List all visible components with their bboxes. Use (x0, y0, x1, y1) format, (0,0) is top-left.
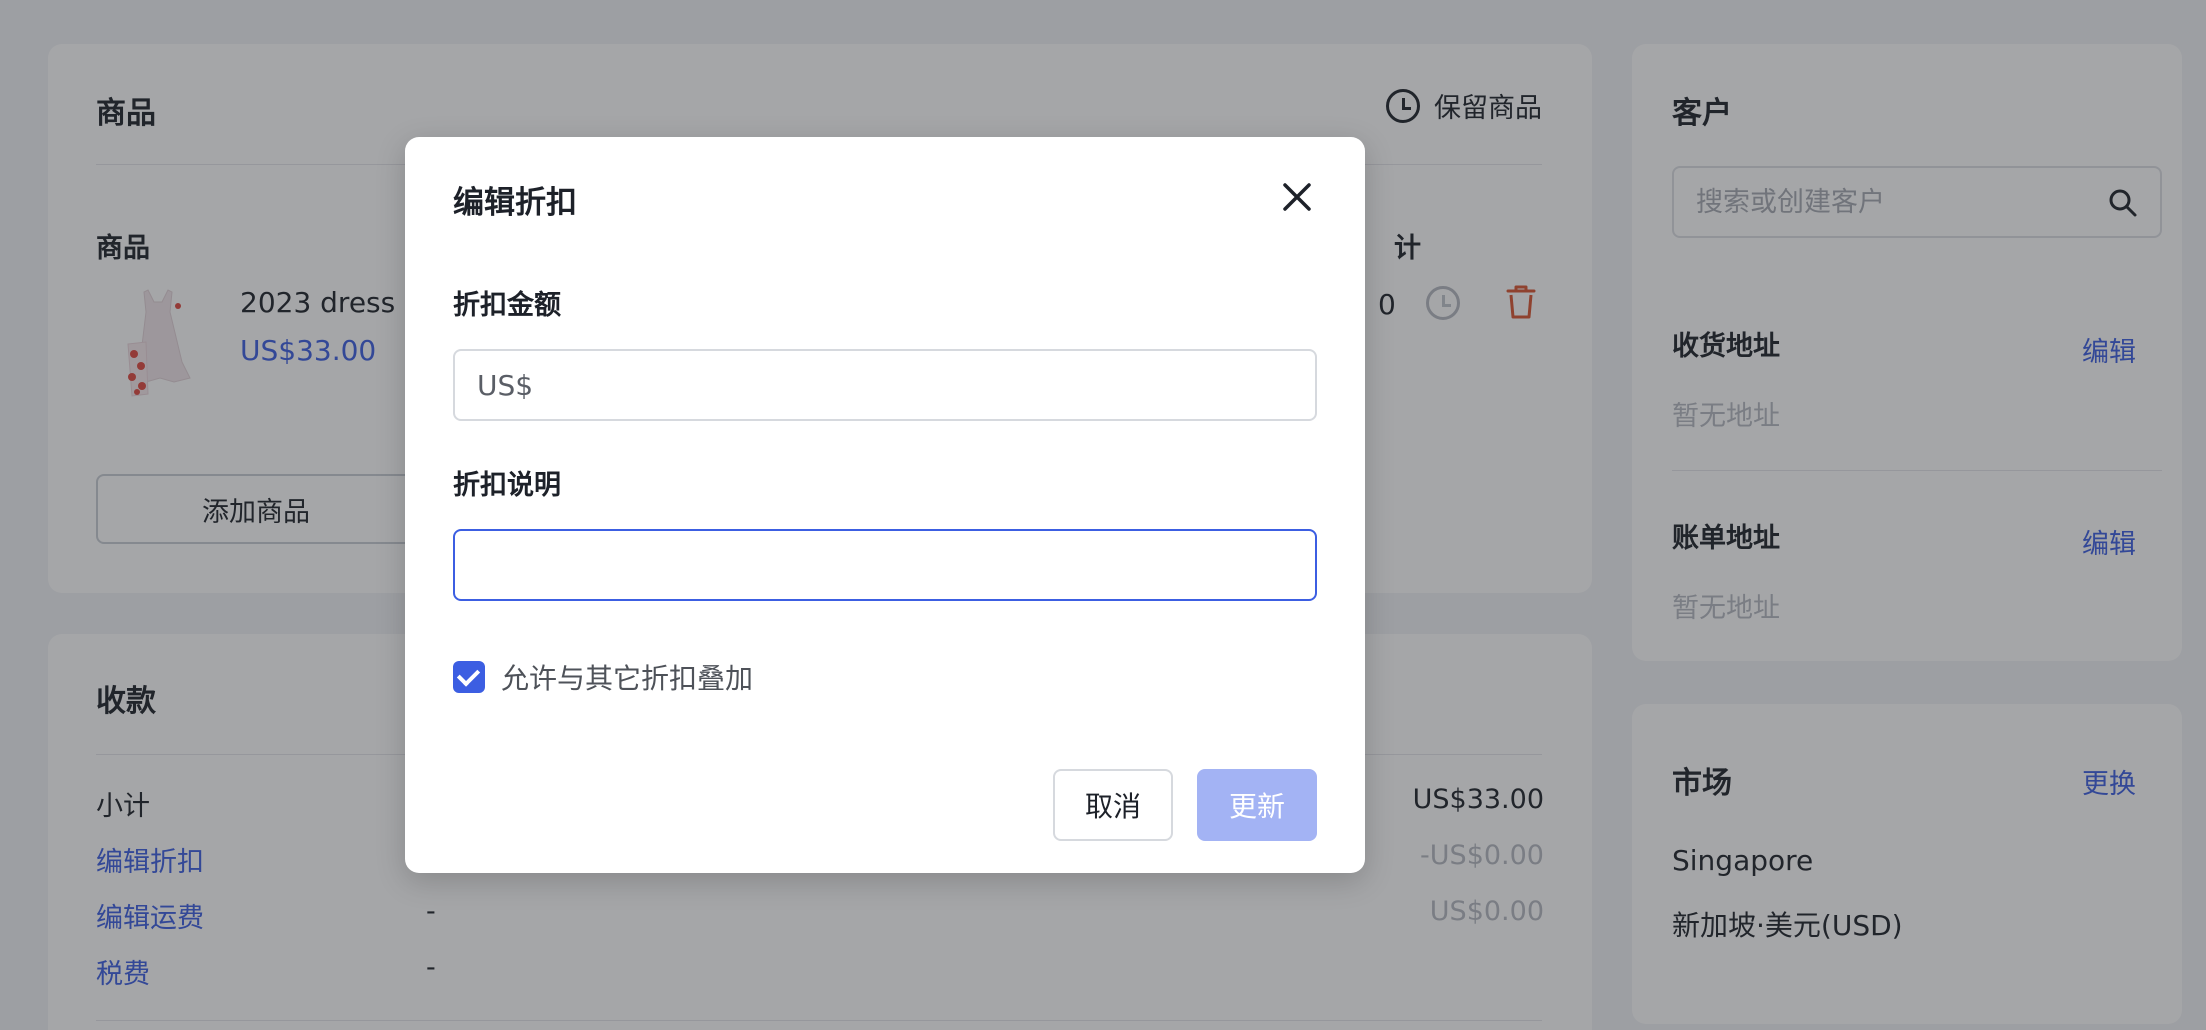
update-button[interactable]: 更新 (1197, 769, 1317, 841)
close-icon[interactable] (1277, 177, 1317, 217)
discount-description-input[interactable] (477, 531, 1297, 599)
stack-discount-label: 允许与其它折扣叠加 (501, 662, 754, 695)
checkbox-checked-icon[interactable] (453, 661, 485, 693)
edit-discount-dialog: 编辑折扣 折扣金额 折扣说明 允许与其它折扣叠加 取消 更新 (405, 137, 1365, 873)
order-page: 商品 保留商品 商品 计 2023 dress US$33.00 0 添加商品 … (0, 0, 2206, 1030)
dialog-title: 编辑折扣 (453, 185, 577, 221)
discount-amount-label: 折扣金额 (453, 290, 561, 321)
cancel-button[interactable]: 取消 (1053, 769, 1173, 841)
discount-description-field (453, 529, 1317, 601)
discount-amount-input[interactable] (477, 351, 1297, 419)
discount-amount-field (453, 349, 1317, 421)
stack-discount-option[interactable]: 允许与其它折扣叠加 (453, 657, 753, 697)
discount-description-label: 折扣说明 (453, 470, 561, 501)
